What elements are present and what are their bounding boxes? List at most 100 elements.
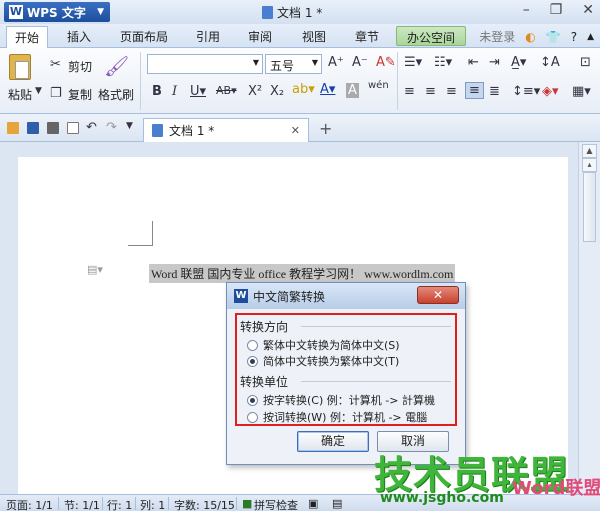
selected-text[interactable]: Word 联盟 国内专业 office 教程学习网！ www.wordlm.co… bbox=[149, 264, 456, 283]
clear-format-icon[interactable]: A✎ bbox=[376, 55, 396, 70]
wps-app-menu-button[interactable]: W WPS 文字 ▼ bbox=[4, 2, 110, 22]
undo-icon[interactable]: ↶ bbox=[86, 120, 97, 135]
strikethrough-icon[interactable]: AB▾ bbox=[216, 84, 237, 97]
tab-document[interactable]: 文档 1 * ✕ bbox=[143, 118, 309, 142]
radio-off-icon[interactable] bbox=[247, 339, 258, 351]
paste-icon[interactable] bbox=[9, 54, 31, 80]
chevron-down-icon: ▼ bbox=[97, 7, 104, 17]
status-word-count[interactable]: 字数: 15/15 bbox=[174, 497, 235, 511]
radio-label: 简体中文转换为繁体中文(T) bbox=[263, 355, 400, 368]
bold-icon[interactable]: B bbox=[152, 84, 162, 99]
show-marks-icon[interactable]: ⊡ bbox=[580, 55, 591, 70]
new-tab-icon[interactable]: + bbox=[319, 119, 332, 138]
numbering-icon[interactable]: ☷▾ bbox=[434, 55, 452, 70]
print-preview-icon[interactable] bbox=[67, 122, 79, 134]
font-name-select[interactable]: ▼ bbox=[147, 54, 263, 74]
dialog-title-bar[interactable]: W 中文简繁转换 ✕ bbox=[227, 283, 465, 309]
increase-indent-icon[interactable]: ⇥ bbox=[489, 55, 500, 70]
scrollbar-thumb[interactable] bbox=[583, 172, 596, 242]
font-color-icon[interactable]: A▾ bbox=[320, 82, 335, 97]
text-direction-icon[interactable]: A̲▾ bbox=[511, 55, 526, 70]
vertical-scrollbar[interactable]: ▲ ▴ bbox=[578, 142, 600, 494]
superscript-icon[interactable]: X² bbox=[248, 84, 262, 99]
scissors-icon: ✂ bbox=[50, 57, 61, 72]
quick-access-toolbar: ↶ ↷ ▼ 文档 1 * ✕ + bbox=[0, 114, 600, 142]
tab-office-space[interactable]: 办公空间 bbox=[396, 26, 467, 46]
distributed-icon[interactable]: ≣ bbox=[489, 84, 500, 99]
view-mode-icon[interactable]: ▣ bbox=[308, 497, 318, 510]
italic-icon[interactable]: I bbox=[172, 84, 177, 99]
tab-references[interactable]: 引用 bbox=[196, 28, 220, 45]
shading-icon[interactable]: ◈▾ bbox=[542, 84, 559, 99]
radio-label: 繁体中文转换为简体中文(S) bbox=[263, 339, 400, 352]
tab-insert[interactable]: 插入 bbox=[67, 28, 91, 45]
align-right-icon[interactable]: ≡ bbox=[446, 84, 457, 99]
radio-traditional-to-simplified[interactable]: 繁体中文转换为简体中文(S) bbox=[247, 337, 400, 353]
conversion-options-panel: 转换方向 繁体中文转换为简体中文(S) 简体中文转换为繁体中文(T) 转换单位 … bbox=[235, 313, 457, 426]
paragraph-handle-icon[interactable]: ▤▾ bbox=[87, 263, 103, 276]
chinese-conversion-dialog: W 中文简繁转换 ✕ 转换方向 繁体中文转换为简体中文(S) 简体中文转换为繁体… bbox=[226, 282, 466, 465]
bullets-icon[interactable]: ☰▾ bbox=[404, 55, 422, 70]
highlight-icon[interactable]: ab▾ bbox=[292, 82, 315, 97]
copy-button[interactable]: 复制 bbox=[68, 86, 92, 103]
chevron-down-icon[interactable]: ▼ bbox=[35, 86, 42, 96]
document-tab-title: 文档 1 * bbox=[169, 124, 215, 138]
skin-icon[interactable]: ◐ bbox=[525, 30, 535, 44]
scroll-up-icon[interactable]: ▴ bbox=[582, 158, 597, 172]
align-center-icon[interactable]: ≡ bbox=[425, 84, 436, 99]
tab-chapter[interactable]: 章节 bbox=[355, 28, 379, 45]
paste-button-label[interactable]: 粘贴 bbox=[8, 86, 32, 103]
app-name: WPS 文字 bbox=[27, 5, 86, 20]
save-icon[interactable] bbox=[27, 122, 39, 134]
tab-page-layout[interactable]: 页面布局 bbox=[120, 28, 168, 45]
borders-icon[interactable]: ▦▾ bbox=[572, 84, 591, 99]
chevron-down-icon[interactable]: ▼ bbox=[126, 121, 133, 131]
radio-convert-by-word[interactable]: 按词转换(W) 例：计算机 -> 電腦 bbox=[247, 409, 427, 425]
ok-button[interactable]: 确定 bbox=[297, 431, 369, 452]
align-left-icon[interactable]: ≡ bbox=[404, 84, 415, 99]
format-painter-button[interactable]: 格式刷 bbox=[98, 86, 134, 103]
justify-icon[interactable]: ≡ bbox=[465, 82, 484, 99]
tab-review[interactable]: 审阅 bbox=[248, 28, 272, 45]
restore-button[interactable]: ❐ bbox=[550, 2, 563, 18]
outline-view-icon[interactable]: ▤ bbox=[332, 497, 342, 510]
scroll-top-icon[interactable]: ▲ bbox=[582, 144, 597, 158]
radio-on-icon[interactable] bbox=[247, 394, 258, 406]
phonetic-guide-icon[interactable]: wén bbox=[368, 80, 389, 91]
copy-icon: ❐ bbox=[50, 86, 62, 101]
sort-icon[interactable]: ↕A bbox=[540, 55, 560, 70]
help-icon[interactable]: ? bbox=[571, 30, 577, 44]
char-shading-icon[interactable]: A bbox=[346, 83, 359, 98]
spell-check-toggle[interactable]: 拼写检查 bbox=[254, 497, 298, 511]
radio-label: 按词转换(W) 例：计算机 -> 電腦 bbox=[263, 411, 428, 424]
close-tab-icon[interactable]: ✕ bbox=[291, 124, 300, 137]
grow-font-icon[interactable]: A⁺ bbox=[328, 55, 344, 70]
format-painter-icon[interactable]: 🖌 bbox=[104, 54, 129, 78]
font-size-value: 五号 bbox=[270, 59, 295, 73]
login-link[interactable]: 未登录 bbox=[479, 28, 515, 45]
subscript-icon[interactable]: X₂ bbox=[270, 84, 284, 99]
cut-button[interactable]: 剪切 bbox=[68, 58, 92, 75]
underline-icon[interactable]: U▾ bbox=[190, 84, 206, 99]
ribbon-collapse-icon[interactable]: ▲ bbox=[587, 32, 594, 42]
minimize-button[interactable]: – bbox=[523, 2, 530, 18]
line-spacing-icon[interactable]: ↕≡▾ bbox=[512, 84, 540, 99]
decrease-indent-icon[interactable]: ⇤ bbox=[468, 55, 479, 70]
status-column: 列: 1 bbox=[140, 499, 166, 511]
radio-convert-by-char[interactable]: 按字转换(C) 例：计算机 -> 計算機 bbox=[247, 392, 435, 408]
radio-off-icon[interactable] bbox=[247, 411, 258, 423]
window-title: 文档 1 * bbox=[262, 4, 322, 21]
radio-on-icon[interactable] bbox=[247, 355, 258, 367]
dialog-close-button[interactable]: ✕ bbox=[417, 286, 459, 304]
tab-start[interactable]: 开始 bbox=[6, 26, 49, 48]
print-icon[interactable] bbox=[47, 122, 59, 134]
font-size-select[interactable]: 五号 ▼ bbox=[265, 54, 322, 74]
shrink-font-icon[interactable]: A⁻ bbox=[352, 55, 368, 70]
close-window-button[interactable]: ✕ bbox=[582, 2, 594, 18]
radio-simplified-to-traditional[interactable]: 简体中文转换为繁体中文(T) bbox=[247, 353, 399, 369]
margin-marker bbox=[128, 245, 153, 246]
open-icon[interactable] bbox=[7, 122, 19, 134]
tab-view[interactable]: 视图 bbox=[302, 28, 326, 45]
redo-icon[interactable]: ↷ bbox=[106, 120, 117, 135]
shirt-icon[interactable]: 👕 bbox=[546, 30, 561, 44]
